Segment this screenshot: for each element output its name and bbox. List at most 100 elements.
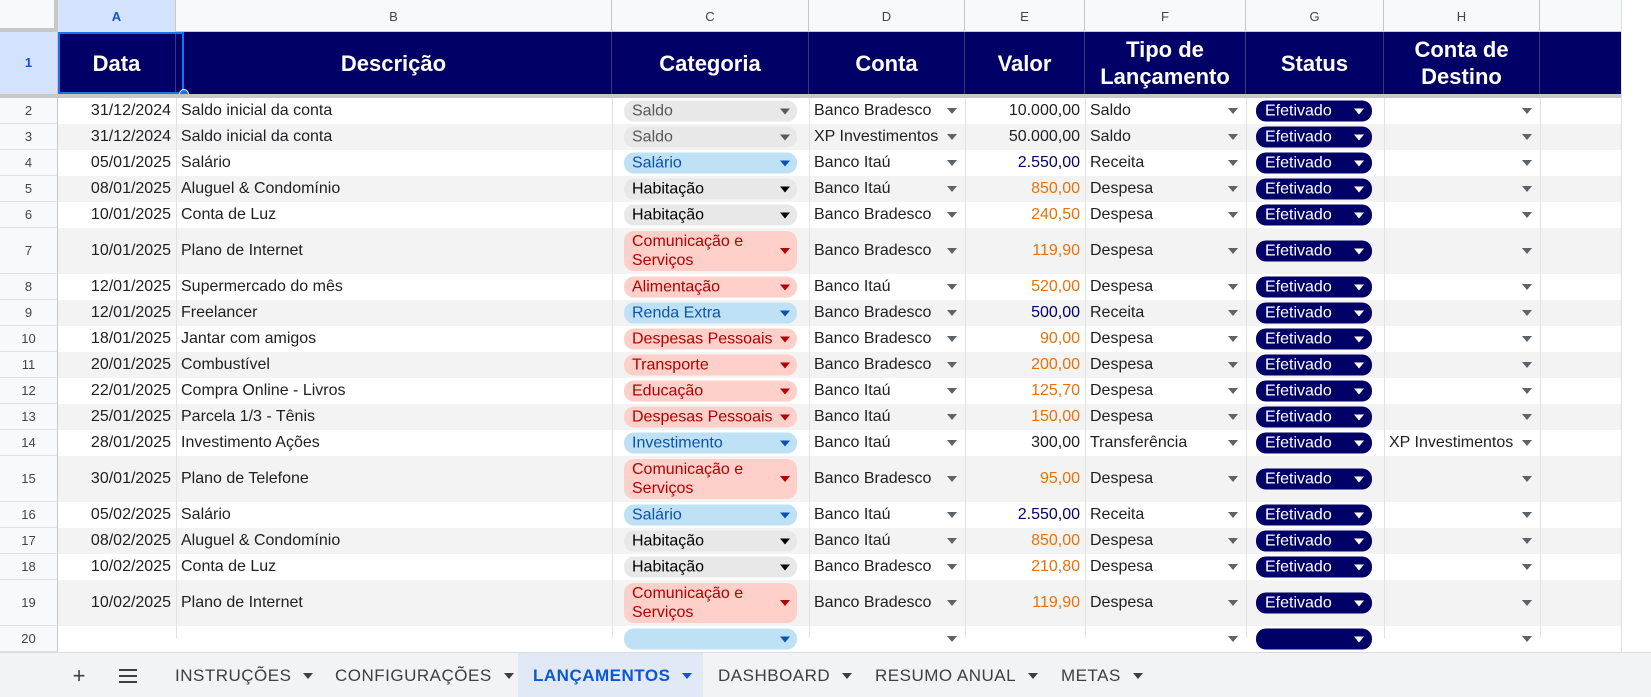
entry-type-cell[interactable]: Despesa bbox=[1085, 352, 1246, 378]
category-cell[interactable]: Saldo bbox=[612, 124, 809, 150]
status-cell[interactable]: Efetivado bbox=[1246, 150, 1384, 176]
entry-type-cell[interactable]: Despesa bbox=[1085, 528, 1246, 554]
destination-account-cell[interactable] bbox=[1384, 150, 1540, 176]
column-header-a[interactable]: A bbox=[58, 0, 176, 32]
amount-cell[interactable]: 50.000,00 bbox=[965, 124, 1085, 150]
date-cell[interactable]: 05/01/2025 bbox=[58, 150, 176, 176]
account-cell[interactable]: Banco Itaú bbox=[809, 378, 965, 404]
status-cell[interactable]: Efetivado bbox=[1246, 502, 1384, 528]
entry-type-cell[interactable]: Despesa bbox=[1085, 378, 1246, 404]
category-cell[interactable]: Educação bbox=[612, 378, 809, 404]
vertical-scroll-gutter[interactable] bbox=[1621, 0, 1651, 652]
description-cell[interactable]: Aluguel & Condomínio bbox=[176, 528, 612, 554]
status-badge[interactable]: Efetivado bbox=[1256, 276, 1372, 298]
account-cell[interactable]: Banco Bradesco bbox=[809, 300, 965, 326]
description-cell[interactable]: Supermercado do mês bbox=[176, 274, 612, 300]
category-chip[interactable]: Salário bbox=[624, 504, 797, 526]
sheet-tab-6[interactable]: METAS bbox=[1046, 653, 1156, 697]
date-cell[interactable]: 31/12/2024 bbox=[58, 124, 176, 150]
header-valor[interactable]: Valor bbox=[965, 32, 1085, 94]
date-cell[interactable]: 12/01/2025 bbox=[58, 274, 176, 300]
status-cell[interactable]: Efetivado bbox=[1246, 352, 1384, 378]
description-cell[interactable]: Plano de Internet bbox=[176, 228, 612, 274]
row-number[interactable]: 14 bbox=[0, 430, 58, 456]
account-cell[interactable]: Banco Bradesco bbox=[809, 202, 965, 228]
description-cell[interactable]: Plano de Internet bbox=[176, 580, 612, 626]
status-cell[interactable] bbox=[1246, 626, 1384, 652]
row-number[interactable]: 2 bbox=[0, 98, 58, 124]
date-cell[interactable]: 12/01/2025 bbox=[58, 300, 176, 326]
entry-type-cell[interactable]: Despesa bbox=[1085, 176, 1246, 202]
entry-type-cell[interactable]: Saldo bbox=[1085, 124, 1246, 150]
row-number[interactable]: 5 bbox=[0, 176, 58, 202]
description-cell[interactable]: Combustível bbox=[176, 352, 612, 378]
status-cell[interactable]: Efetivado bbox=[1246, 202, 1384, 228]
category-chip[interactable]: Transporte bbox=[624, 354, 797, 376]
row-number[interactable]: 16 bbox=[0, 502, 58, 528]
entry-type-cell[interactable]: Despesa bbox=[1085, 554, 1246, 580]
category-cell[interactable]: Habitação bbox=[612, 202, 809, 228]
category-chip[interactable]: Alimentação bbox=[624, 276, 797, 298]
amount-cell[interactable]: 200,00 bbox=[965, 352, 1085, 378]
row-number[interactable]: 8 bbox=[0, 274, 58, 300]
date-cell[interactable]: 20/01/2025 bbox=[58, 352, 176, 378]
category-chip[interactable] bbox=[624, 628, 797, 650]
destination-account-cell[interactable] bbox=[1384, 300, 1540, 326]
description-cell[interactable]: Salário bbox=[176, 150, 612, 176]
entry-type-cell[interactable]: Despesa bbox=[1085, 274, 1246, 300]
row-number[interactable]: 7 bbox=[0, 228, 58, 274]
entry-type-cell[interactable]: Receita bbox=[1085, 300, 1246, 326]
destination-account-cell[interactable] bbox=[1384, 404, 1540, 430]
category-cell[interactable]: Saldo bbox=[612, 98, 809, 124]
column-header-f[interactable]: F bbox=[1085, 0, 1246, 32]
category-cell[interactable]: Habitação bbox=[612, 176, 809, 202]
destination-account-cell[interactable] bbox=[1384, 626, 1540, 652]
date-cell[interactable]: 08/01/2025 bbox=[58, 176, 176, 202]
header-descricao[interactable]: Descrição bbox=[176, 32, 612, 94]
destination-account-cell[interactable] bbox=[1384, 202, 1540, 228]
amount-cell[interactable]: 119,90 bbox=[965, 228, 1085, 274]
category-cell[interactable]: Salário bbox=[612, 502, 809, 528]
row-number[interactable]: 3 bbox=[0, 124, 58, 150]
sheet-tab-1[interactable]: INSTRUÇÕES bbox=[160, 653, 320, 697]
category-cell[interactable]: Comunicação e Serviços bbox=[612, 580, 809, 626]
select-all-corner[interactable] bbox=[0, 0, 58, 32]
account-cell[interactable]: Banco Bradesco bbox=[809, 580, 965, 626]
category-cell[interactable]: Renda Extra bbox=[612, 300, 809, 326]
status-badge[interactable] bbox=[1256, 628, 1372, 650]
date-cell[interactable]: 10/01/2025 bbox=[58, 228, 176, 274]
column-header-c[interactable]: C bbox=[612, 0, 809, 32]
category-cell[interactable]: Transporte bbox=[612, 352, 809, 378]
row-number[interactable]: 17 bbox=[0, 528, 58, 554]
entry-type-cell[interactable]: Receita bbox=[1085, 150, 1246, 176]
status-cell[interactable]: Efetivado bbox=[1246, 554, 1384, 580]
description-cell[interactable]: Jantar com amigos bbox=[176, 326, 612, 352]
row-number[interactable]: 4 bbox=[0, 150, 58, 176]
header-conta-destino[interactable]: Conta de Destino bbox=[1384, 32, 1540, 94]
header-categoria[interactable]: Categoria bbox=[612, 32, 809, 94]
status-cell[interactable]: Efetivado bbox=[1246, 124, 1384, 150]
destination-account-cell[interactable] bbox=[1384, 378, 1540, 404]
header-status[interactable]: Status bbox=[1246, 32, 1384, 94]
category-chip[interactable]: Comunicação e Serviços bbox=[624, 459, 797, 499]
category-cell[interactable]: Alimentação bbox=[612, 274, 809, 300]
category-chip[interactable]: Salário bbox=[624, 152, 797, 174]
category-chip[interactable]: Despesas Pessoais bbox=[624, 406, 797, 428]
status-badge[interactable]: Efetivado bbox=[1256, 302, 1372, 324]
date-cell[interactable]: 05/02/2025 bbox=[58, 502, 176, 528]
column-header-d[interactable]: D bbox=[809, 0, 965, 32]
status-cell[interactable]: Efetivado bbox=[1246, 430, 1384, 456]
category-chip[interactable]: Habitação bbox=[624, 530, 797, 552]
status-badge[interactable]: Efetivado bbox=[1256, 504, 1372, 526]
status-badge[interactable]: Efetivado bbox=[1256, 126, 1372, 148]
destination-account-cell[interactable] bbox=[1384, 528, 1540, 554]
amount-cell[interactable]: 2.550,00 bbox=[965, 502, 1085, 528]
category-chip[interactable]: Comunicação e Serviços bbox=[624, 231, 797, 271]
status-badge[interactable]: Efetivado bbox=[1256, 556, 1372, 578]
description-cell[interactable]: Saldo inicial da conta bbox=[176, 98, 612, 124]
sheet-tab-2[interactable]: CONFIGURAÇÕES bbox=[320, 653, 518, 697]
sheet-tab-4[interactable]: DASHBOARD bbox=[703, 653, 860, 697]
destination-account-cell[interactable] bbox=[1384, 456, 1540, 502]
destination-account-cell[interactable] bbox=[1384, 124, 1540, 150]
destination-account-cell[interactable] bbox=[1384, 274, 1540, 300]
